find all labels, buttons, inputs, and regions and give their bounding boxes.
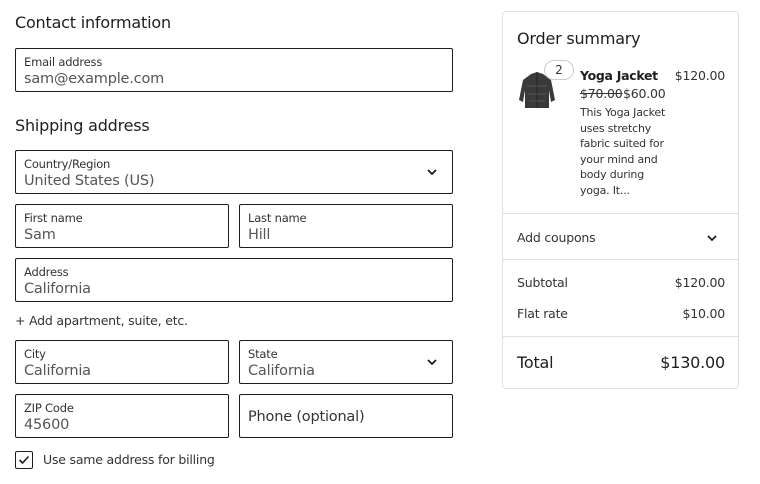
email-field[interactable]: Email address sam@example.com: [15, 48, 453, 92]
add-coupons-toggle[interactable]: Add coupons: [517, 230, 596, 245]
phone-field[interactable]: Phone (optional): [239, 394, 453, 438]
divider: [503, 259, 738, 260]
regular-price: $70.00: [580, 86, 623, 101]
last-name-field[interactable]: Last name Hill: [239, 204, 453, 248]
quantity-badge: 2: [544, 60, 574, 80]
order-summary-title: Order summary: [517, 29, 641, 48]
chevron-down-icon: [427, 359, 437, 366]
address-label: Address: [24, 265, 69, 279]
contact-heading: Contact information: [15, 13, 171, 32]
first-name-value: Sam: [24, 227, 56, 243]
same-billing-checkbox[interactable]: [15, 451, 33, 469]
product-description: This Yoga Jacket uses stretchy fabric su…: [580, 106, 666, 197]
state-select[interactable]: State California: [239, 340, 453, 384]
address-field[interactable]: Address California: [15, 258, 453, 302]
sale-price: $60.00: [623, 86, 666, 101]
total-value: $130.00: [660, 353, 725, 372]
state-value: California: [248, 363, 315, 379]
shipping-rate-label: Flat rate: [517, 306, 568, 321]
product-total: $120.00: [674, 68, 725, 83]
chevron-down-icon: [427, 169, 437, 176]
phone-placeholder: Phone (optional): [248, 409, 365, 425]
country-label: Country/Region: [24, 157, 111, 171]
shipping-heading: Shipping address: [15, 116, 150, 135]
country-select[interactable]: Country/Region United States (US): [15, 150, 453, 194]
check-icon: [18, 455, 30, 465]
first-name-label: First name: [24, 211, 83, 225]
product-name: Yoga Jacket: [580, 68, 658, 83]
last-name-value: Hill: [248, 227, 271, 243]
city-value: California: [24, 363, 91, 379]
city-label: City: [24, 347, 46, 361]
total-label: Total: [517, 353, 554, 372]
email-value: sam@example.com: [24, 71, 165, 87]
same-billing-label[interactable]: Use same address for billing: [43, 452, 215, 467]
zip-label: ZIP Code: [24, 401, 74, 415]
email-label: Email address: [24, 55, 103, 69]
last-name-label: Last name: [248, 211, 307, 225]
add-apartment-link[interactable]: + Add apartment, suite, etc.: [15, 313, 188, 328]
divider: [503, 336, 738, 337]
city-field[interactable]: City California: [15, 340, 229, 384]
chevron-down-icon[interactable]: [706, 232, 718, 244]
subtotal-value: $120.00: [674, 275, 725, 290]
state-label: State: [248, 347, 278, 361]
zip-value: 45600: [24, 417, 70, 433]
order-summary-panel: Order summary 2 Yoga Jacket $120.00 $70.…: [502, 11, 739, 389]
divider: [503, 213, 738, 214]
subtotal-label: Subtotal: [517, 275, 568, 290]
shipping-rate-value: $10.00: [682, 306, 725, 321]
country-value: United States (US): [24, 173, 155, 189]
zip-field[interactable]: ZIP Code 45600: [15, 394, 229, 438]
address-value: California: [24, 281, 91, 297]
first-name-field[interactable]: First name Sam: [15, 204, 229, 248]
